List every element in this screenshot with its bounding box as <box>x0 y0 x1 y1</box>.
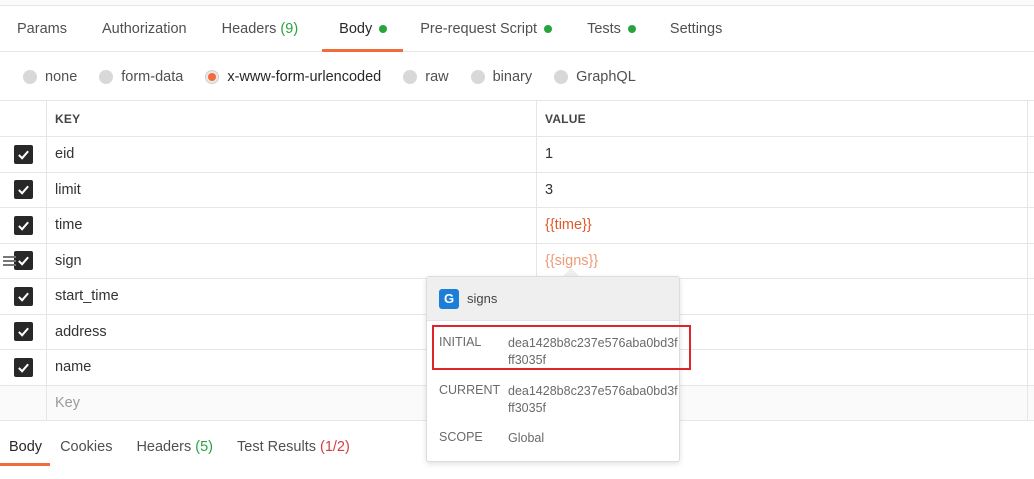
global-scope-icon: G <box>439 288 459 309</box>
script-status-dot <box>544 24 553 33</box>
row-checkbox[interactable] <box>13 357 33 377</box>
test-results-count: (1/2) <box>319 439 350 455</box>
row-checkbox[interactable] <box>13 251 33 271</box>
tab-pre-request-script[interactable]: Pre-request Script <box>420 6 553 51</box>
column-header-key: KEY <box>46 101 536 136</box>
row-value[interactable]: {{time}} <box>536 208 1028 243</box>
response-tab-body[interactable]: Body <box>0 428 51 466</box>
radio-circle-selected <box>205 69 220 84</box>
row-checkbox[interactable] <box>13 144 33 164</box>
tab-label: Body <box>339 20 373 37</box>
row-check-cell <box>0 279 46 314</box>
tab-headers[interactable]: Headers (9) <box>222 6 299 51</box>
row-checkbox[interactable] <box>13 215 33 235</box>
tab-tests[interactable]: Tests <box>587 6 636 51</box>
check-icon <box>17 185 29 195</box>
tab-label: Pre-request Script <box>420 20 538 37</box>
row-check-cell <box>0 244 46 279</box>
tab-label: Tests <box>587 20 621 37</box>
variable-name: signs <box>467 291 498 306</box>
new-row-check-cell <box>0 386 46 421</box>
tab-label: Params <box>17 20 67 37</box>
response-tab-headers[interactable]: Headers (5) <box>136 428 213 466</box>
table-row: sign {{signs}} <box>0 243 1034 279</box>
table-row: limit 3 <box>0 172 1034 208</box>
radio-form-data[interactable]: form-data <box>99 69 183 85</box>
tab-params[interactable]: Params <box>17 6 67 51</box>
row-key[interactable]: eid <box>46 137 536 172</box>
check-icon <box>17 256 29 266</box>
row-checkbox[interactable] <box>13 180 33 200</box>
row-checkbox[interactable] <box>13 322 33 342</box>
tab-body[interactable]: Body <box>322 6 404 52</box>
row-check-cell <box>0 137 46 172</box>
row-value[interactable]: 1 <box>536 137 1028 172</box>
radio-circle <box>23 69 37 84</box>
row-check-cell <box>0 208 46 243</box>
tab-settings[interactable]: Settings <box>670 6 722 51</box>
radio-label: x-www-form-urlencoded <box>227 68 382 85</box>
variable-reference: {{signs}} <box>545 252 599 269</box>
check-icon <box>17 327 29 337</box>
tab-authorization[interactable]: Authorization <box>102 6 187 51</box>
radio-circle <box>554 69 569 84</box>
body-type-selector: none form-data x-www-form-urlencoded raw… <box>0 53 1034 101</box>
check-icon <box>17 363 29 373</box>
tab-label: Body <box>9 439 43 455</box>
table-row: eid 1 <box>0 137 1034 173</box>
radio-label: none <box>45 68 78 85</box>
radio-label: binary <box>492 68 533 85</box>
body-status-dot <box>379 24 388 33</box>
radio-graphql[interactable]: GraphQL <box>554 69 636 85</box>
scope-value: Global <box>508 431 545 445</box>
drag-handle-icon[interactable] <box>3 255 16 266</box>
highlight-annotation <box>432 325 691 370</box>
row-check-cell <box>0 315 46 350</box>
tab-label: Headers <box>136 439 192 455</box>
tab-label: Cookies <box>60 439 113 455</box>
response-tab-cookies[interactable]: Cookies <box>60 428 112 466</box>
row-checkbox[interactable] <box>13 286 33 306</box>
row-value[interactable]: {{signs}} <box>536 243 1028 278</box>
radio-label: form-data <box>121 68 184 85</box>
headers-count: (9) <box>280 20 299 37</box>
tab-label: Settings <box>669 20 723 37</box>
radio-x-www-form-urlencoded[interactable]: x-www-form-urlencoded <box>205 69 381 85</box>
column-header-value: VALUE <box>536 101 1028 136</box>
current-value: dea1428b8c237e576aba0bd3fff3035f <box>508 384 678 415</box>
tests-status-dot <box>627 24 636 33</box>
row-check-cell <box>0 350 46 385</box>
row-check-cell <box>0 173 46 208</box>
header-check-cell <box>0 101 46 136</box>
table-header: KEY VALUE <box>0 101 1034 137</box>
response-headers-count: (5) <box>195 439 213 455</box>
row-key[interactable]: time <box>46 208 536 243</box>
popover-header: G signs <box>427 277 679 321</box>
row-key[interactable]: sign <box>46 243 536 278</box>
tab-label: Test Results <box>237 439 316 455</box>
check-icon <box>17 150 29 160</box>
tab-label: Authorization <box>101 20 187 37</box>
radio-circle <box>99 69 114 84</box>
radio-binary[interactable]: binary <box>470 68 533 85</box>
check-icon <box>17 221 29 231</box>
row-key[interactable]: limit <box>46 172 536 207</box>
radio-circle <box>403 69 418 84</box>
radio-raw[interactable]: raw <box>403 68 449 85</box>
table-row: time {{time}} <box>0 208 1034 244</box>
response-tab-test-results[interactable]: Test Results (1/2) <box>237 428 350 466</box>
request-tabs: Params Authorization Headers (9) Body Pre… <box>0 6 1034 52</box>
variable-reference: {{time}} <box>545 217 592 234</box>
radio-label: raw <box>425 68 449 85</box>
radio-label: GraphQL <box>576 68 636 85</box>
current-label: CURRENT <box>439 383 501 397</box>
tab-label: Headers <box>221 20 277 37</box>
row-value[interactable]: 3 <box>536 172 1028 207</box>
scope-label: SCOPE <box>439 430 483 444</box>
popover-arrow <box>563 268 579 276</box>
check-icon <box>17 292 29 302</box>
radio-circle <box>470 69 485 84</box>
radio-none[interactable]: none <box>23 69 77 85</box>
